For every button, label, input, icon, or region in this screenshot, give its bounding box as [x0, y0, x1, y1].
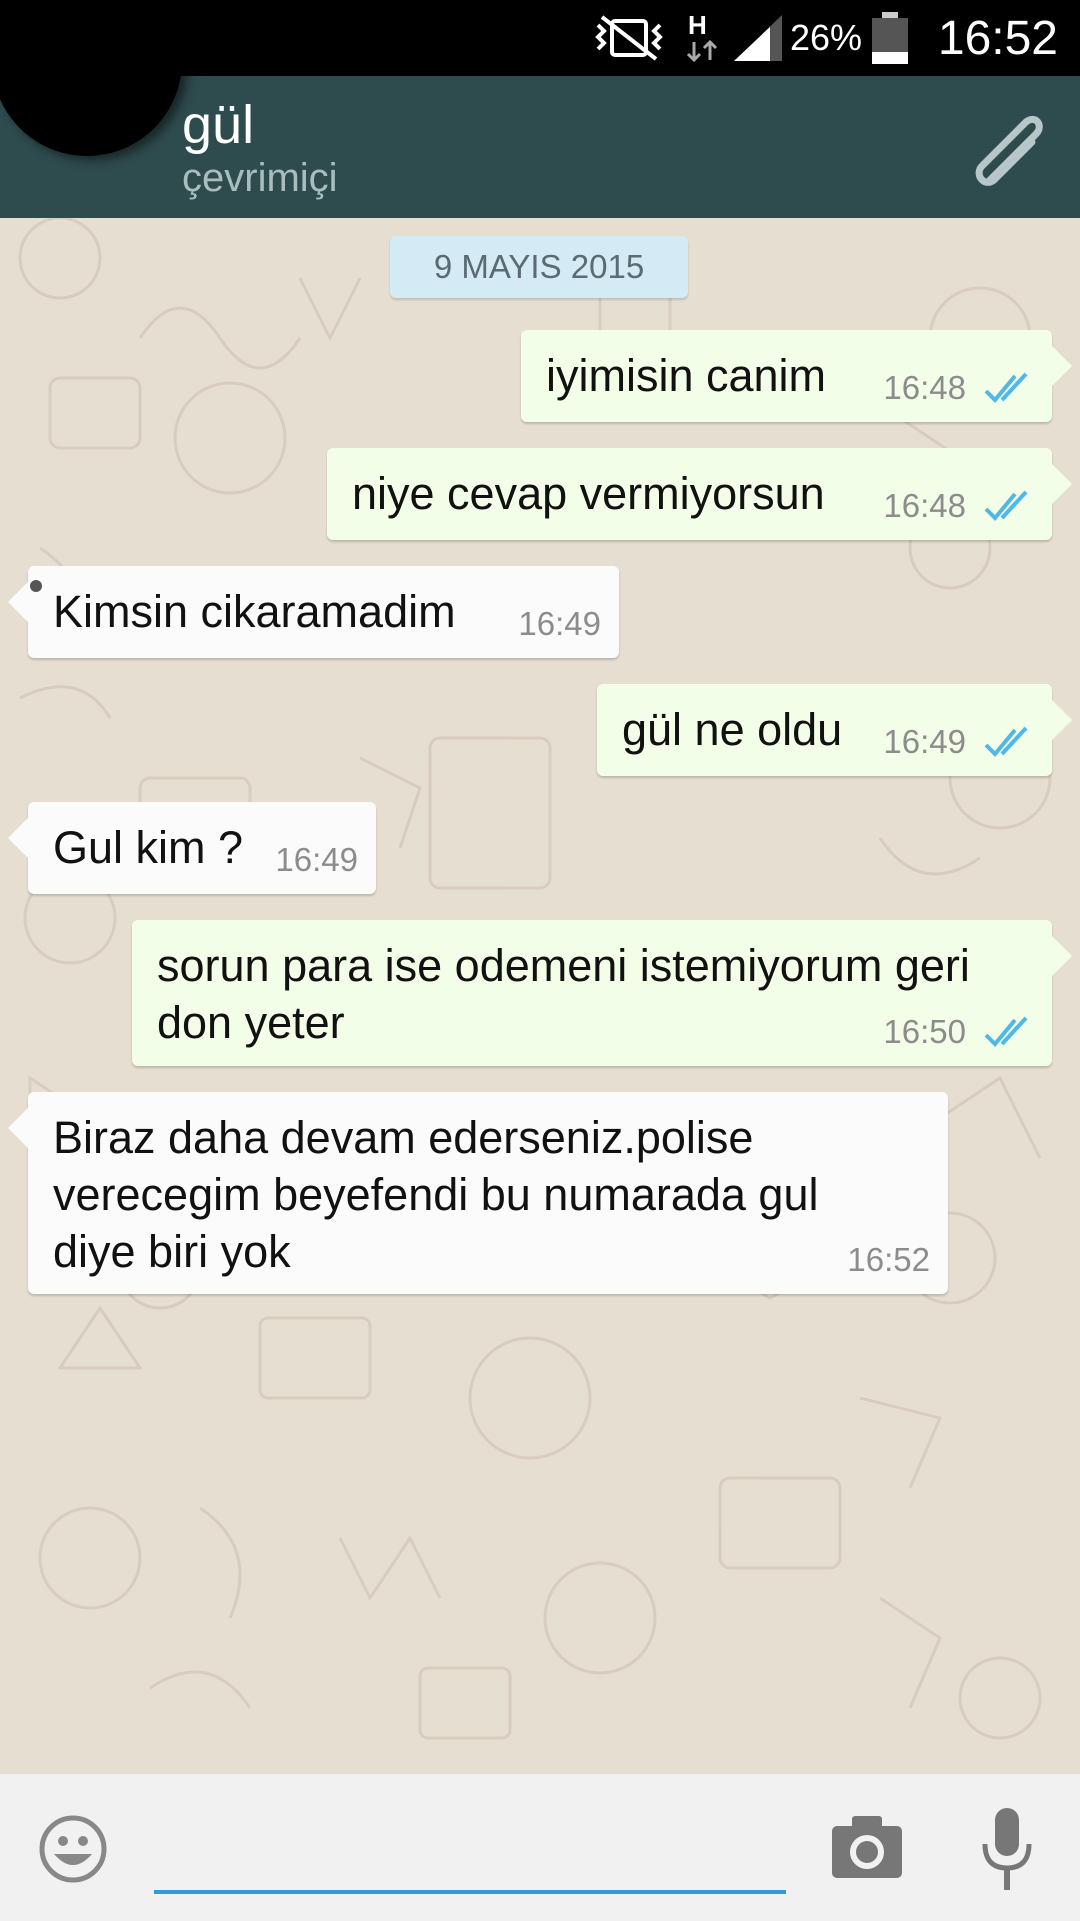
message-bubble-outgoing[interactable]: sorun para ise odemeni istemiyorum geri …	[132, 920, 1072, 1066]
message-time: 16:49	[518, 605, 601, 642]
hspa-data-icon: H	[684, 0, 720, 76]
message-time: 16:50	[883, 1013, 966, 1050]
emoji-icon	[39, 1815, 107, 1883]
camera-icon	[832, 1816, 902, 1878]
paperclip-icon	[975, 115, 1043, 186]
unread-dot	[30, 580, 42, 592]
composer-bar	[0, 1773, 1080, 1921]
message-bubble-incoming[interactable]: Biraz daha devam ederseniz.polise verece…	[8, 1092, 948, 1294]
message-time: 16:49	[883, 723, 966, 760]
message-line: Biraz daha devam ederseniz.polise	[53, 1112, 754, 1163]
svg-text:H: H	[688, 10, 707, 40]
contact-status: çevrimiçi	[182, 156, 338, 200]
message-text: gül ne oldu	[622, 704, 843, 755]
microphone-button[interactable]	[980, 1806, 1034, 1892]
message-bubble-outgoing[interactable]: niye cevap vermiyorsun 16:48	[327, 448, 1072, 540]
camera-button[interactable]	[830, 1814, 904, 1880]
emoji-button[interactable]	[38, 1814, 108, 1884]
read-receipt-icon	[984, 490, 1028, 521]
message-bubble-incoming[interactable]: Kimsin cikaramadim 16:49	[8, 566, 619, 658]
microphone-icon	[982, 1808, 1032, 1890]
read-receipt-icon	[984, 1016, 1028, 1047]
message-bubble-incoming[interactable]: Gul kim ? 16:49	[8, 802, 376, 894]
battery-icon	[870, 0, 910, 76]
message-text: Gul kim ?	[53, 822, 244, 873]
mute-vibrate-icon	[592, 0, 666, 76]
contact-name[interactable]: gül	[182, 94, 254, 156]
message-text: niye cevap vermiyorsun	[352, 468, 825, 519]
message-text: Biraz daha devam ederseniz.polise verece…	[53, 1109, 818, 1280]
message-text: sorun para ise odemeni istemiyorum geri …	[157, 937, 970, 1051]
message-input[interactable]	[154, 1808, 786, 1894]
read-receipt-icon	[984, 372, 1028, 403]
message-time: 16:52	[847, 1241, 930, 1278]
status-time: 16:52	[937, 11, 1058, 65]
message-time: 16:48	[883, 369, 966, 406]
message-time: 16:48	[883, 487, 966, 524]
read-receipt-icon	[984, 726, 1028, 757]
message-line: diye biri yok	[53, 1226, 291, 1277]
message-text: iyimisin canim	[546, 350, 827, 401]
message-bubble-outgoing[interactable]: gül ne oldu 16:49	[597, 684, 1072, 776]
attach-button[interactable]	[960, 102, 1060, 202]
message-bubble-outgoing[interactable]: iyimisin canim 16:48	[521, 330, 1072, 422]
message-text: Kimsin cikaramadim	[53, 586, 456, 637]
battery-percent: 26%	[790, 17, 863, 58]
message-line: verecegim beyefendi bu numarada gul	[53, 1169, 819, 1220]
message-list[interactable]: 9 MAYIS 2015 iyimisin canim 16:48 niye c…	[0, 218, 1080, 1773]
message-line: sorun para ise odemeni istemiyorum geri	[157, 940, 970, 991]
date-separator: 9 MAYIS 2015	[390, 236, 688, 298]
signal-icon	[732, 0, 784, 76]
message-time: 16:49	[275, 841, 358, 878]
message-line: don yeter	[157, 997, 345, 1048]
